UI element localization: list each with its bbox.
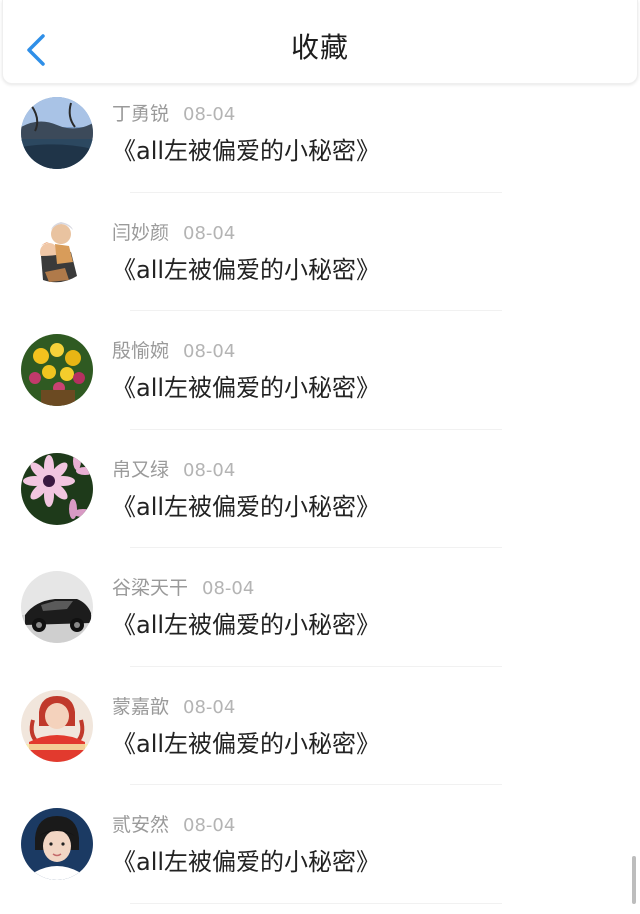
item-meta: 丁勇锐 08-04 (112, 100, 235, 129)
author-name: 丁勇锐 (112, 103, 170, 125)
item-meta: 贰安然 08-04 (112, 811, 235, 840)
list-item[interactable]: 贰安然 08-04 《all左被偏爱的小秘密》 (0, 795, 640, 914)
item-meta: 帛又绿 08-04 (112, 456, 235, 485)
divider (130, 784, 502, 785)
item-title[interactable]: 《all左被偏爱的小秘密》 (112, 253, 380, 287)
author-name: 贰安然 (112, 814, 170, 836)
item-meta: 谷梁天干 08-04 (112, 574, 254, 603)
item-meta: 蒙嘉歆 08-04 (112, 693, 235, 722)
author-name: 谷梁天干 (112, 577, 189, 599)
item-title[interactable]: 《all左被偏爱的小秘密》 (112, 490, 380, 524)
divider (130, 428, 502, 430)
favorites-list: 丁勇锐 08-04 《all左被偏爱的小秘密》 闫妙颜 08-04 《all左被偏爱… (0, 84, 640, 914)
item-date: 08-04 (183, 341, 236, 362)
item-title[interactable]: 《all左被偏爱的小秘密》 (112, 608, 380, 642)
divider (130, 665, 502, 667)
item-title[interactable]: 《all左被偏爱的小秘密》 (112, 371, 380, 405)
item-date: 08-04 (183, 222, 236, 244)
item-title[interactable]: 《all左被偏爱的小秘密》 (112, 727, 380, 761)
list-item[interactable]: 谷梁天干 08-04 《all左被偏爱的小秘密》 (0, 558, 640, 677)
list-item[interactable]: 闫妙颜 08-04 《all左被偏爱的小秘密》 (0, 203, 640, 322)
divider (130, 902, 502, 904)
item-date: 08-04 (183, 104, 236, 125)
item-date: 08-04 (183, 459, 236, 481)
divider (130, 310, 502, 311)
item-meta: 闫妙颜 08-04 (112, 219, 235, 248)
divider (130, 191, 502, 193)
list-item[interactable]: 蒙嘉歆 08-04 《all左被偏爱的小秘密》 (0, 677, 640, 796)
avatar[interactable] (21, 689, 93, 762)
item-date: 08-04 (183, 815, 236, 836)
item-meta: 殷愉婉 08-04 (112, 337, 235, 366)
page-title: 收藏 (290, 31, 349, 64)
list-item[interactable]: 殷愉婉 08-04 《all左被偏爱的小秘密》 (0, 321, 640, 440)
avatar[interactable] (21, 808, 93, 880)
divider (130, 547, 502, 548)
avatar[interactable] (21, 97, 93, 169)
author-name: 闫妙颜 (112, 221, 170, 244)
author-name: 殷愉婉 (112, 340, 170, 362)
item-date: 08-04 (202, 578, 255, 599)
avatar[interactable] (21, 452, 93, 525)
author-name: 蒙嘉歆 (112, 695, 170, 718)
scrollbar-thumb[interactable] (632, 856, 636, 904)
item-title[interactable]: 《all左被偏爱的小秘密》 (112, 845, 380, 879)
avatar[interactable] (21, 215, 93, 288)
item-title[interactable]: 《all左被偏爱的小秘密》 (112, 134, 380, 168)
author-name: 帛又绿 (112, 458, 170, 481)
list-item[interactable]: 帛又绿 08-04 《all左被偏爱的小秘密》 (0, 440, 640, 559)
list-item[interactable]: 丁勇锐 08-04 《all左被偏爱的小秘密》 (0, 84, 640, 203)
avatar[interactable] (21, 571, 93, 643)
avatar[interactable] (21, 334, 93, 406)
top-nav-bar: 收藏 (2, 0, 638, 84)
item-date: 08-04 (183, 696, 236, 718)
